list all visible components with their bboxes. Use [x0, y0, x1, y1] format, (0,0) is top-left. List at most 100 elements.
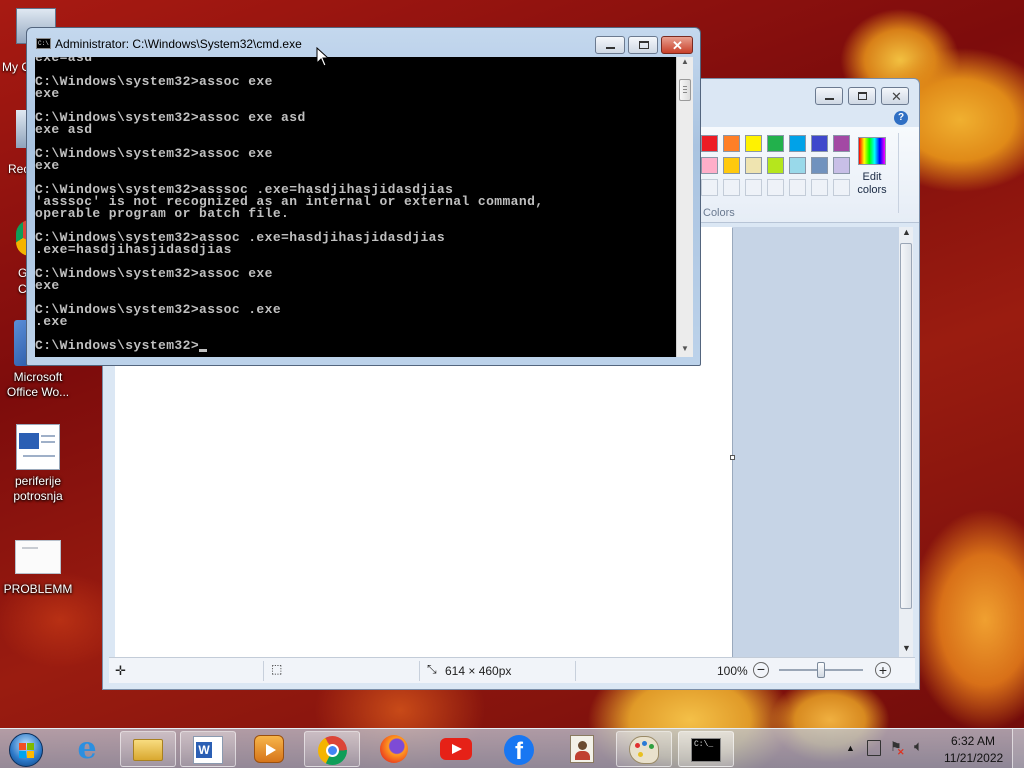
- console-line: .exe=hasdjihasjidasdjias: [35, 242, 232, 257]
- windows-logo-icon: [9, 733, 43, 767]
- console-line: operable program or batch file.: [35, 206, 290, 221]
- cmd-minimize-button[interactable]: [595, 36, 625, 54]
- cmd-app-icon: C:\: [36, 38, 51, 49]
- console-line: C:\Windows\system32>assoc exe: [35, 146, 273, 161]
- console-line: exe: [35, 278, 60, 293]
- taskbar-internet-explorer[interactable]: e: [60, 731, 116, 767]
- console-line: C:\Windows\system32>assoc exe: [35, 266, 273, 281]
- custom-color-swatch[interactable]: [745, 179, 762, 196]
- color-palette: [701, 135, 853, 201]
- edit-colors-button[interactable]: Edit colors: [855, 135, 889, 203]
- image-size-text: 614 × 460px: [445, 664, 512, 678]
- taskbar-facebook[interactable]: f: [490, 731, 546, 767]
- paint-minimize-button[interactable]: [815, 87, 843, 105]
- selection-size-icon: ⬚: [271, 662, 283, 676]
- taskbar-chrome[interactable]: [304, 731, 360, 767]
- desktop-icon-problemm[interactable]: PROBLEMM: [0, 536, 76, 597]
- paint-vertical-scrollbar[interactable]: ▲ ▼: [899, 227, 913, 657]
- zoom-slider-thumb[interactable]: [817, 662, 825, 678]
- color-swatch[interactable]: [811, 135, 828, 152]
- desktop-icon-label: Microsoft Office Wo...: [6, 370, 70, 399]
- taskbar-youtube[interactable]: [428, 731, 484, 767]
- show-hidden-icons-button[interactable]: ▲: [846, 743, 855, 753]
- scroll-up-arrow-icon[interactable]: ▲: [681, 57, 689, 66]
- console-line: exe asd: [35, 122, 93, 137]
- word-app-icon: W: [193, 736, 223, 764]
- color-swatch[interactable]: [789, 157, 806, 174]
- image-file-icon: [15, 540, 61, 574]
- console-line: exe=asd: [35, 57, 93, 65]
- color-swatch[interactable]: [811, 157, 828, 174]
- zoom-in-button[interactable]: +: [875, 662, 891, 678]
- show-desktop-button[interactable]: [1012, 729, 1024, 768]
- color-wheel-icon: [858, 137, 886, 165]
- internet-explorer-icon: e: [77, 731, 97, 766]
- firefox-icon: [380, 735, 408, 763]
- color-swatch[interactable]: [701, 157, 718, 174]
- color-swatch[interactable]: [833, 135, 850, 152]
- start-button[interactable]: [4, 730, 48, 768]
- scroll-thumb[interactable]: [900, 243, 912, 609]
- minimize-icon: [825, 98, 834, 100]
- facebook-icon: f: [504, 735, 534, 765]
- color-swatch[interactable]: [745, 157, 762, 174]
- custom-color-swatch[interactable]: [811, 179, 828, 196]
- word-document-icon: [16, 424, 60, 470]
- clock-time[interactable]: 6:32 AM: [951, 734, 995, 748]
- network-icon[interactable]: [867, 740, 881, 756]
- console-output[interactable]: exe=asd C:\Windows\system32>assoc exe ex…: [35, 57, 676, 357]
- cmd-maximize-button[interactable]: [628, 36, 658, 54]
- custom-color-swatch[interactable]: [701, 179, 718, 196]
- chrome-icon: [318, 736, 347, 765]
- desktop-icon-periferije[interactable]: periferije potrosnja: [0, 424, 76, 504]
- canvas-resize-handle[interactable]: [730, 455, 735, 460]
- scroll-down-arrow-icon[interactable]: ▼: [681, 344, 689, 353]
- color-swatch[interactable]: [833, 157, 850, 174]
- cmd-window[interactable]: C:\ Administrator: C:\Windows\System32\c…: [26, 27, 701, 366]
- mouse-pointer-icon: [316, 47, 329, 67]
- taskbar-firefox[interactable]: [366, 731, 422, 767]
- paint-close-button[interactable]: ✕: [881, 87, 909, 105]
- restore-icon: [858, 92, 867, 100]
- scroll-up-arrow-icon[interactable]: ▲: [902, 227, 911, 237]
- color-swatch[interactable]: [701, 135, 718, 152]
- zoom-level: 100%: [717, 664, 748, 678]
- scroll-down-arrow-icon[interactable]: ▼: [902, 643, 911, 653]
- ribbon-divider: [898, 133, 899, 213]
- paint-status-bar: ✛ ⬚ ⤡ 614 × 460px 100% − +: [109, 657, 915, 683]
- color-swatch[interactable]: [767, 135, 784, 152]
- console-text: exe=asd C:\Windows\system32>assoc exe ex…: [35, 57, 676, 352]
- cmd-vertical-scrollbar[interactable]: ▲ ▼: [676, 57, 693, 357]
- taskbar-cmd[interactable]: C:\_: [678, 731, 734, 767]
- paint-maximize-button[interactable]: [848, 87, 876, 105]
- custom-color-swatch[interactable]: [789, 179, 806, 196]
- status-divider: [419, 661, 420, 681]
- color-swatch[interactable]: [745, 135, 762, 152]
- volume-icon[interactable]: 🔈︎: [914, 738, 923, 755]
- console-cursor: [199, 349, 208, 352]
- taskbar-file-explorer[interactable]: [120, 731, 176, 767]
- scroll-thumb[interactable]: [679, 79, 691, 101]
- youtube-icon: [440, 738, 472, 760]
- clock-date[interactable]: 11/21/2022: [944, 751, 1003, 765]
- color-swatch[interactable]: [723, 135, 740, 152]
- custom-color-swatch[interactable]: [767, 179, 784, 196]
- color-swatch[interactable]: [767, 157, 784, 174]
- contact-card-icon: [570, 735, 594, 763]
- taskbar-contact-app[interactable]: [554, 731, 610, 767]
- help-icon[interactable]: ?: [894, 111, 908, 125]
- close-icon: ✕: [891, 89, 902, 104]
- flag-alert-icon: ✕: [897, 747, 905, 757]
- minimize-icon: [606, 47, 615, 49]
- custom-color-swatch[interactable]: [833, 179, 850, 196]
- image-size-icon: ⤡: [427, 662, 437, 676]
- cmd-close-button[interactable]: ✕: [661, 36, 693, 54]
- taskbar-media-center[interactable]: [242, 731, 298, 767]
- color-swatch[interactable]: [789, 135, 806, 152]
- color-swatch[interactable]: [723, 157, 740, 174]
- maximize-icon: [639, 41, 649, 49]
- custom-color-swatch[interactable]: [723, 179, 740, 196]
- taskbar-paint[interactable]: [616, 731, 672, 767]
- taskbar-word[interactable]: W: [180, 731, 236, 767]
- zoom-out-button[interactable]: −: [753, 662, 769, 678]
